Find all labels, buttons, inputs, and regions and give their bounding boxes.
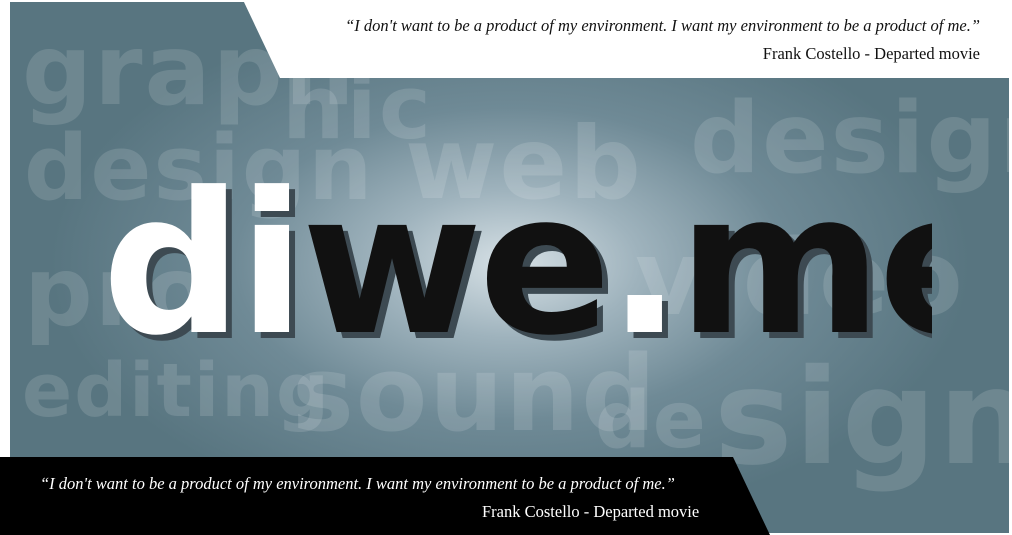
logo-part-me: me — [678, 172, 932, 372]
svg-text:diwe.me: diwe.me — [102, 172, 932, 372]
bottom-quote-banner: “I don't want to be a product of my envi… — [0, 457, 770, 535]
top-quote-text: “I don't want to be a product of my envi… — [345, 16, 980, 35]
banner-canvas: graph hic design web design pro video ed… — [10, 2, 1009, 533]
logo-part-we: we — [301, 172, 607, 372]
top-quote-author: Frank Costello - Departed movie — [762, 44, 980, 63]
bottom-quote-text: “I don't want to be a product of my envi… — [40, 474, 675, 493]
top-quote-banner: “I don't want to be a product of my envi… — [243, 0, 1012, 78]
logo-part-di: di — [102, 172, 301, 372]
diwe-me-logo: diwe.me diwe.me — [102, 172, 932, 372]
background-word-de: de — [595, 376, 708, 466]
bottom-quote-author: Frank Costello - Departed movie — [482, 502, 700, 521]
logo-part-dot: . — [608, 172, 678, 372]
